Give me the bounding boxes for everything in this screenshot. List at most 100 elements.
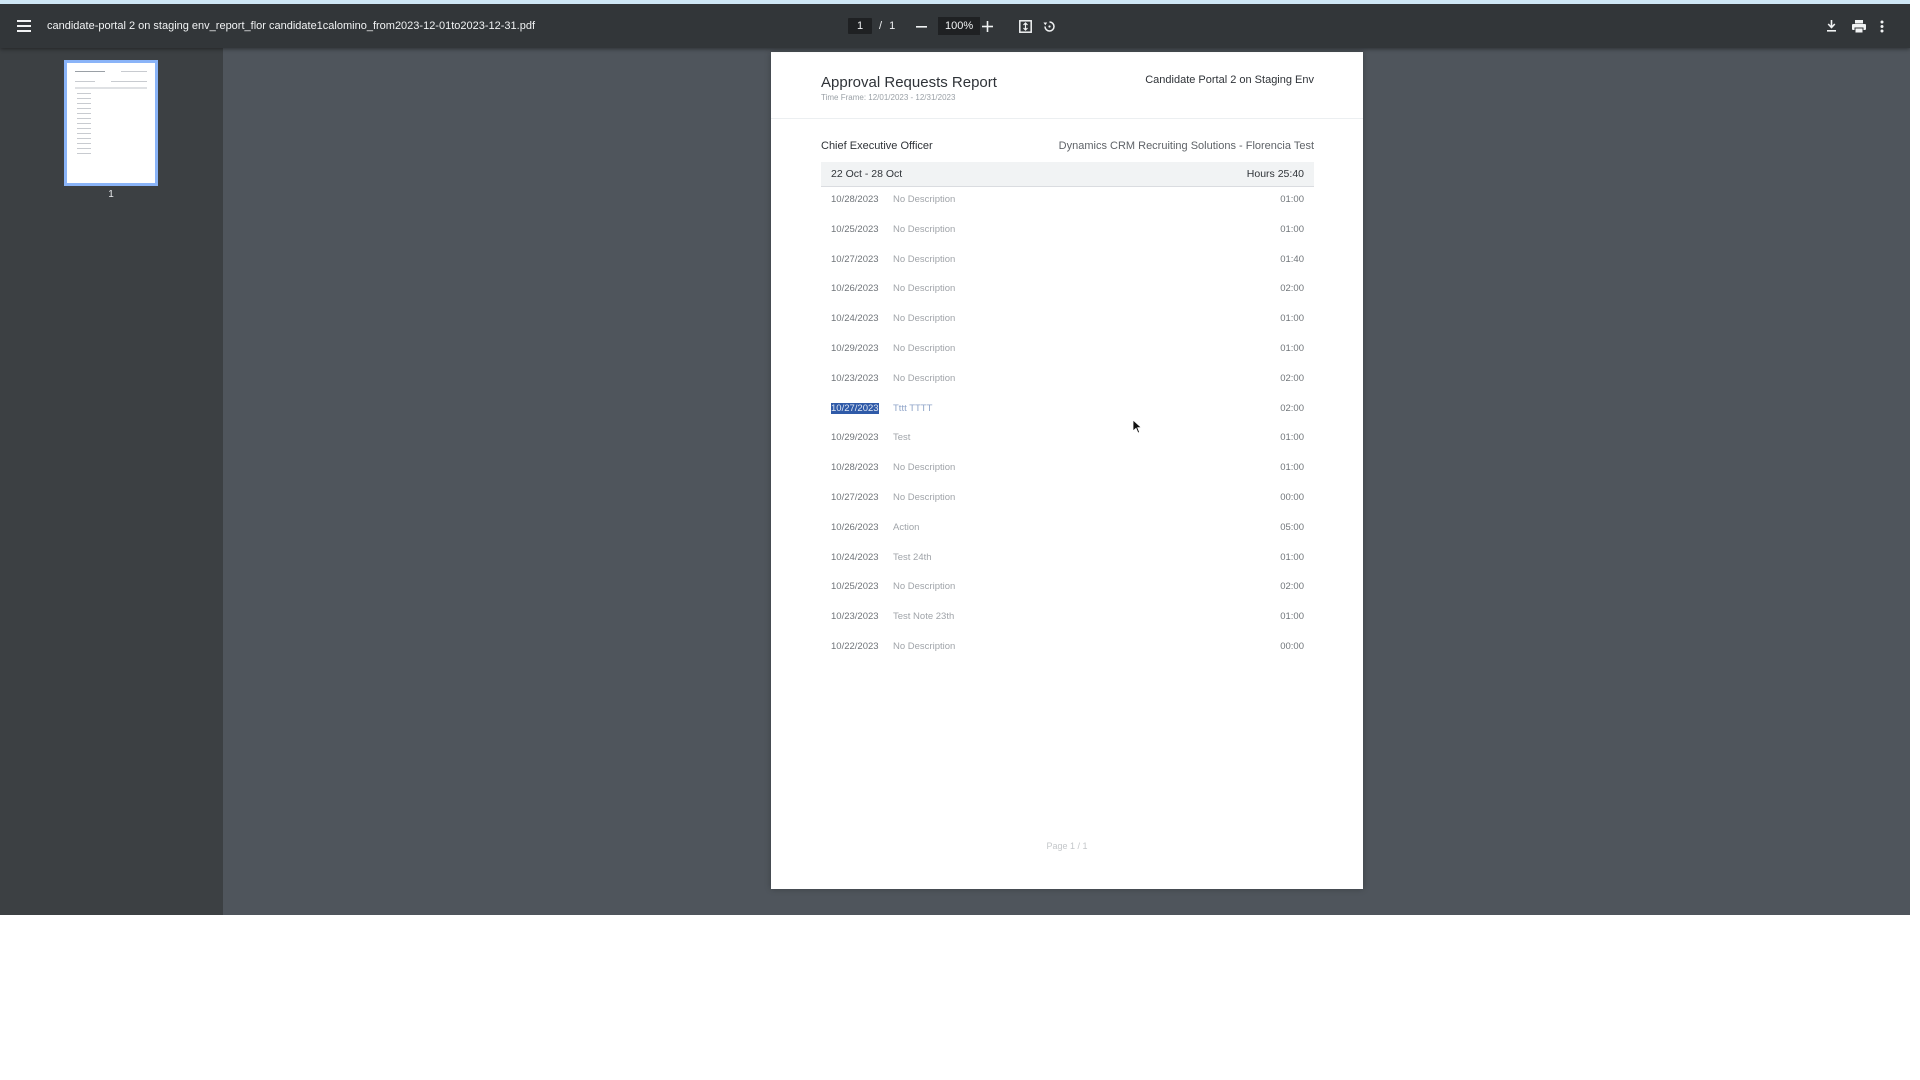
entry-row: 10/29/2023 No Description 01:00 [821, 338, 1314, 368]
entry-row: 10/22/2023 No Description 00:00 [821, 636, 1314, 666]
fit-page-icon[interactable] [1019, 4, 1032, 48]
entry-row: 10/27/2023 No Description 01:40 [821, 249, 1314, 279]
entry-description: No Description [893, 253, 956, 265]
page-thumbnail[interactable] [64, 60, 158, 186]
thumb-line [77, 123, 91, 124]
more-vert-icon[interactable] [1880, 4, 1884, 48]
download-icon[interactable] [1826, 4, 1837, 48]
entry-date: 10/23/2023 [831, 611, 879, 623]
thumb-line [77, 98, 91, 99]
entries-list: 10/28/2023 No Description 01:00 10/25/2023 N… [821, 189, 1314, 666]
report-organization: Candidate Portal 2 on Staging Env [1145, 74, 1314, 86]
entry-hours: 01:40 [1280, 253, 1304, 265]
entry-date: 10/27/2023 [831, 253, 879, 265]
entry-hours: 01:00 [1280, 462, 1304, 474]
thumb-line [77, 138, 91, 139]
entry-description: No Description [893, 640, 956, 652]
entry-hours: 02:00 [1280, 372, 1304, 384]
thumb-line [77, 128, 91, 129]
entry-hours: 01:00 [1280, 194, 1304, 205]
rotate-icon[interactable] [1043, 4, 1056, 48]
entry-row: 10/26/2023 No Description 02:00 [821, 278, 1314, 308]
thumb-line [111, 81, 147, 82]
thumb-line [75, 87, 147, 89]
entry-date: 10/28/2023 [831, 194, 879, 205]
thumb-line [77, 103, 91, 104]
entry-description: No Description [893, 313, 956, 325]
thumb-line [77, 93, 91, 94]
zoom-in-icon[interactable] [982, 4, 993, 48]
print-icon[interactable] [1852, 4, 1866, 48]
entry-description: No Description [893, 223, 956, 235]
entry-hours: 02:00 [1280, 581, 1304, 593]
entry-row: 10/25/2023 No Description 01:00 [821, 219, 1314, 249]
zoom-out-icon[interactable] [916, 4, 927, 48]
entry-description: Action [893, 521, 920, 533]
entry-hours: 02:00 [1280, 283, 1304, 295]
thumb-line [77, 133, 91, 134]
file-title: candidate-portal 2 on staging env_report… [47, 20, 535, 32]
week-header: 22 Oct - 28 Oct Hours 25:40 [821, 162, 1314, 187]
total-pages: 1 [889, 20, 896, 32]
zoom-level-input[interactable]: 100% [938, 17, 981, 35]
entry-description: No Description [893, 581, 956, 593]
entry-description: Test 24th [893, 551, 932, 563]
entry-hours: 01:00 [1280, 342, 1304, 354]
entry-row: 10/29/2023 Test 01:00 [821, 427, 1314, 457]
entry-date: 10/27/2023 [831, 491, 879, 503]
entry-hours: 00:00 [1280, 491, 1304, 503]
report-title: Approval Requests Report [821, 74, 997, 91]
entry-date: 10/22/2023 [831, 640, 879, 652]
entry-description: No Description [893, 194, 956, 205]
entry-row: 10/28/2023 No Description 01:00 [821, 189, 1314, 219]
entry-date: 10/24/2023 [831, 313, 879, 325]
thumb-line [77, 113, 91, 114]
pdf-viewer-window: candidate-portal 2 on staging env_report… [0, 0, 1910, 915]
pdf-toolbar: candidate-portal 2 on staging env_report… [0, 4, 1910, 48]
thumb-line [77, 153, 91, 154]
thumb-line [77, 118, 91, 119]
entry-hours: 05:00 [1280, 521, 1304, 533]
entry-date: 10/29/2023 [831, 342, 879, 354]
header-divider [771, 118, 1363, 119]
entry-date: 10/25/2023 [831, 223, 879, 235]
thumbnail-sidebar: 1 [0, 48, 223, 915]
entry-description: No Description [893, 283, 956, 295]
entry-row: 10/24/2023 Test 24th 01:00 [821, 547, 1314, 577]
thumb-line [75, 71, 105, 72]
thumb-line [75, 81, 95, 82]
entry-description: Test Note 23th [893, 611, 955, 623]
page-footer: Page 1 / 1 [1046, 841, 1088, 851]
entry-row: 10/24/2023 No Description 01:00 [821, 308, 1314, 338]
current-page-input[interactable]: 1 [848, 18, 872, 34]
menu-icon[interactable] [14, 4, 34, 48]
entry-hours: 01:00 [1280, 223, 1304, 235]
page-separator: / [879, 20, 883, 32]
entry-description: No Description [893, 372, 956, 384]
entry-hours: 01:00 [1280, 551, 1304, 563]
entry-description: No Description [893, 462, 956, 474]
entry-row: 10/23/2023 Test Note 23th 01:00 [821, 606, 1314, 636]
entry-date: 10/28/2023 [831, 462, 879, 474]
client-name: Dynamics CRM Recruiting Solutions - Flor… [1058, 140, 1314, 152]
entry-date: 10/26/2023 [831, 283, 879, 295]
person-role: Chief Executive Officer [821, 140, 933, 152]
entry-hours: 01:00 [1280, 432, 1304, 444]
pdf-page: Approval Requests Report Time Frame: 12/… [771, 52, 1363, 889]
entry-date: 10/24/2023 [831, 551, 879, 563]
entry-hours: 01:00 [1280, 313, 1304, 325]
entry-description: No Description [893, 342, 956, 354]
thumb-line [77, 148, 91, 149]
entry-description: No Description [893, 491, 956, 503]
entry-row: 10/27/2023 Tttt TTTT 02:00 [821, 398, 1314, 428]
entry-row: 10/28/2023 No Description 01:00 [821, 457, 1314, 487]
entry-date: 10/27/2023 [831, 402, 879, 414]
entry-date: 10/29/2023 [831, 432, 879, 444]
entry-date: 10/23/2023 [831, 372, 879, 384]
entry-date: 10/25/2023 [831, 581, 879, 593]
page-navigator: 1 / 1 [848, 4, 895, 48]
week-label: 22 Oct - 28 Oct [831, 168, 903, 180]
entry-row: 10/23/2023 No Description 02:00 [821, 368, 1314, 398]
thumbnail-page-number: 1 [108, 189, 114, 200]
entry-date: 10/26/2023 [831, 521, 879, 533]
